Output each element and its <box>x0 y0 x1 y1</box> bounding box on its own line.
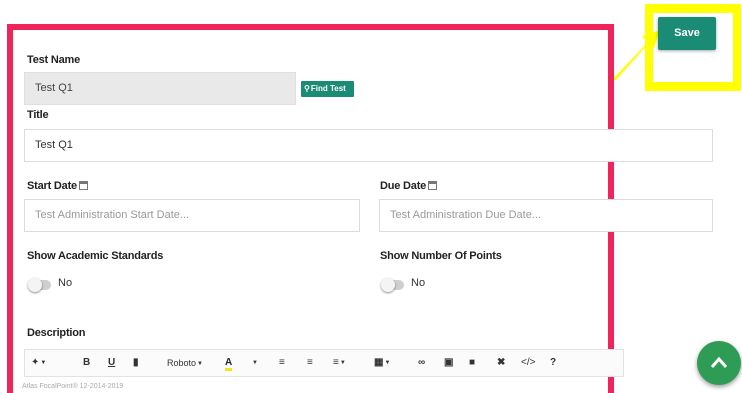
footer-copyright: Atlas FocalPoint® 12-2014-2019 <box>22 383 124 390</box>
highlight-color-button[interactable]: A <box>225 356 233 371</box>
description-label: Description <box>27 327 86 339</box>
calendar-icon <box>428 181 438 190</box>
academic-standards-value: No <box>58 277 73 289</box>
pointer-arrow-icon <box>612 30 660 80</box>
title-label: Title <box>27 109 49 121</box>
bulleted-list-icon[interactable]: ≡ <box>279 356 285 370</box>
academic-standards-toggle[interactable] <box>28 278 51 292</box>
color-dropdown-icon[interactable]: ▼ <box>251 356 258 370</box>
fullscreen-icon[interactable]: ✖ <box>497 356 505 370</box>
video-icon[interactable]: ■ <box>469 356 475 370</box>
image-icon[interactable]: ▣ <box>444 356 453 370</box>
show-academic-standards-label: Show Academic Standards <box>27 250 164 262</box>
number-of-points-toggle[interactable] <box>381 278 404 292</box>
test-name-label: Test Name <box>27 54 81 66</box>
find-test-button[interactable]: ⚲Find Test <box>301 81 354 97</box>
save-button[interactable]: Save <box>658 17 716 50</box>
due-date-input[interactable]: Test Administration Due Date... <box>379 199 713 232</box>
calendar-icon <box>78 181 88 190</box>
start-date-input[interactable]: Test Administration Start Date... <box>24 199 360 232</box>
title-input[interactable]: Test Q1 <box>24 129 713 162</box>
scroll-to-top-button[interactable] <box>697 341 741 385</box>
test-name-field: Test Q1 <box>24 72 296 105</box>
help-button[interactable]: ? <box>550 356 556 370</box>
numbered-list-icon[interactable]: ≡ <box>307 356 313 370</box>
paragraph-align-icon[interactable]: ≡▼ <box>333 356 346 370</box>
find-test-label: Find Test <box>310 84 346 93</box>
code-view-icon[interactable]: </> <box>521 356 535 370</box>
table-icon[interactable]: ▦▼ <box>374 356 390 370</box>
start-date-label: Start Date <box>27 180 88 192</box>
show-number-of-points-label: Show Number Of Points <box>380 250 502 262</box>
eraser-icon[interactable]: ▮ <box>133 356 139 370</box>
underline-button[interactable]: U <box>108 356 115 370</box>
chevron-up-icon <box>710 356 728 368</box>
search-icon: ⚲ <box>304 84 310 93</box>
number-of-points-value: No <box>411 277 426 289</box>
bold-button[interactable]: B <box>83 356 90 370</box>
editor-toolbar: ✦▼ B U ▮ Roboto▼ A ▼ ≡ ≡ ≡▼ ▦▼ ∞ ▣ ■ ✖ <… <box>24 349 624 377</box>
font-family-select[interactable]: Roboto▼ <box>167 356 203 371</box>
magic-wand-icon[interactable]: ✦▼ <box>31 356 46 370</box>
due-date-label: Due Date <box>380 180 438 192</box>
link-icon[interactable]: ∞ <box>418 356 425 370</box>
